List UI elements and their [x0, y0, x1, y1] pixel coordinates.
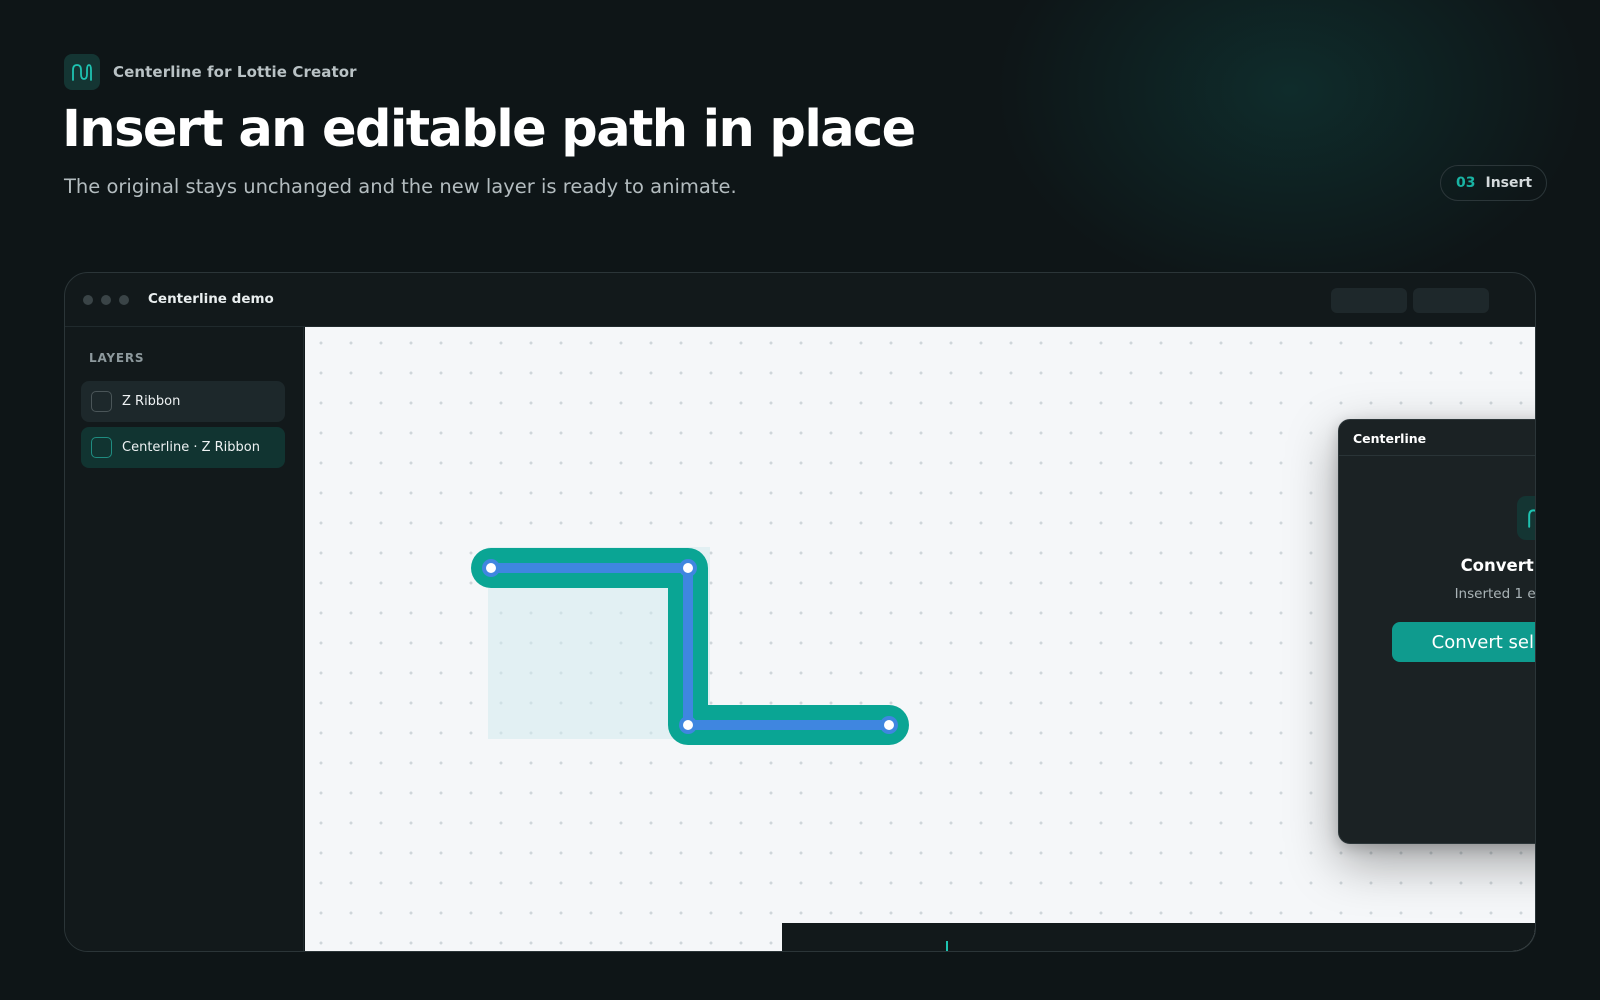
layer-item-centerline-z-ribbon[interactable]: Centerline · Z Ribbon [81, 427, 285, 468]
app-window: Centerline demo LAYERS Z Ribbon Centerli… [64, 272, 1536, 952]
window-titlebar: Centerline demo [65, 273, 1535, 327]
brand: Centerline for Lottie Creator [64, 54, 357, 90]
layer-checkbox[interactable] [91, 437, 112, 458]
window-minimize-dot[interactable] [101, 295, 111, 305]
layer-item-z-ribbon[interactable]: Z Ribbon [81, 381, 285, 422]
timeline [782, 923, 1535, 951]
convert-selected-vector-button[interactable]: Convert selected vector [1392, 622, 1535, 662]
step-badge: 03 Insert [1440, 165, 1548, 201]
path-anchor-point-center [683, 563, 693, 573]
timeline-playhead[interactable] [946, 941, 948, 951]
toolbar-button-2[interactable] [1413, 288, 1489, 313]
window-zoom-dot[interactable] [119, 295, 129, 305]
path-anchor-point-center [884, 720, 894, 730]
path-anchor-point-center [683, 720, 693, 730]
centerline-plugin-panel: Centerline ••• Convert a vector Inserted… [1338, 419, 1536, 844]
layer-label: Z Ribbon [122, 394, 181, 409]
layers-sidebar: LAYERS Z Ribbon Centerline · Z Ribbon [65, 327, 304, 951]
toolbar-button-1[interactable] [1331, 288, 1407, 313]
centerline-logo-icon [1517, 496, 1535, 540]
page-subtitle: The original stays unchanged and the new… [64, 175, 737, 198]
brand-name: Centerline for Lottie Creator [113, 63, 357, 81]
layer-label: Centerline · Z Ribbon [122, 440, 260, 455]
path-anchor-point-center [486, 563, 496, 573]
window-title: Centerline demo [148, 291, 274, 307]
panel-status-text: Inserted 1 editable path. [1454, 586, 1536, 602]
panel-heading: Convert a vector [1460, 556, 1535, 575]
layer-checkbox[interactable] [91, 391, 112, 412]
panel-header: Centerline ••• [1339, 420, 1535, 456]
centerline-logo-icon [64, 54, 100, 90]
page-title: Insert an editable path in place [62, 100, 916, 159]
step-number: 03 [1456, 175, 1476, 191]
step-label: Insert [1485, 175, 1533, 191]
window-close-dot[interactable] [83, 295, 93, 305]
layers-title: LAYERS [89, 351, 145, 365]
canvas[interactable]: Centerline ••• Convert a vector Inserted… [305, 327, 1536, 951]
panel-title: Centerline [1353, 431, 1427, 446]
